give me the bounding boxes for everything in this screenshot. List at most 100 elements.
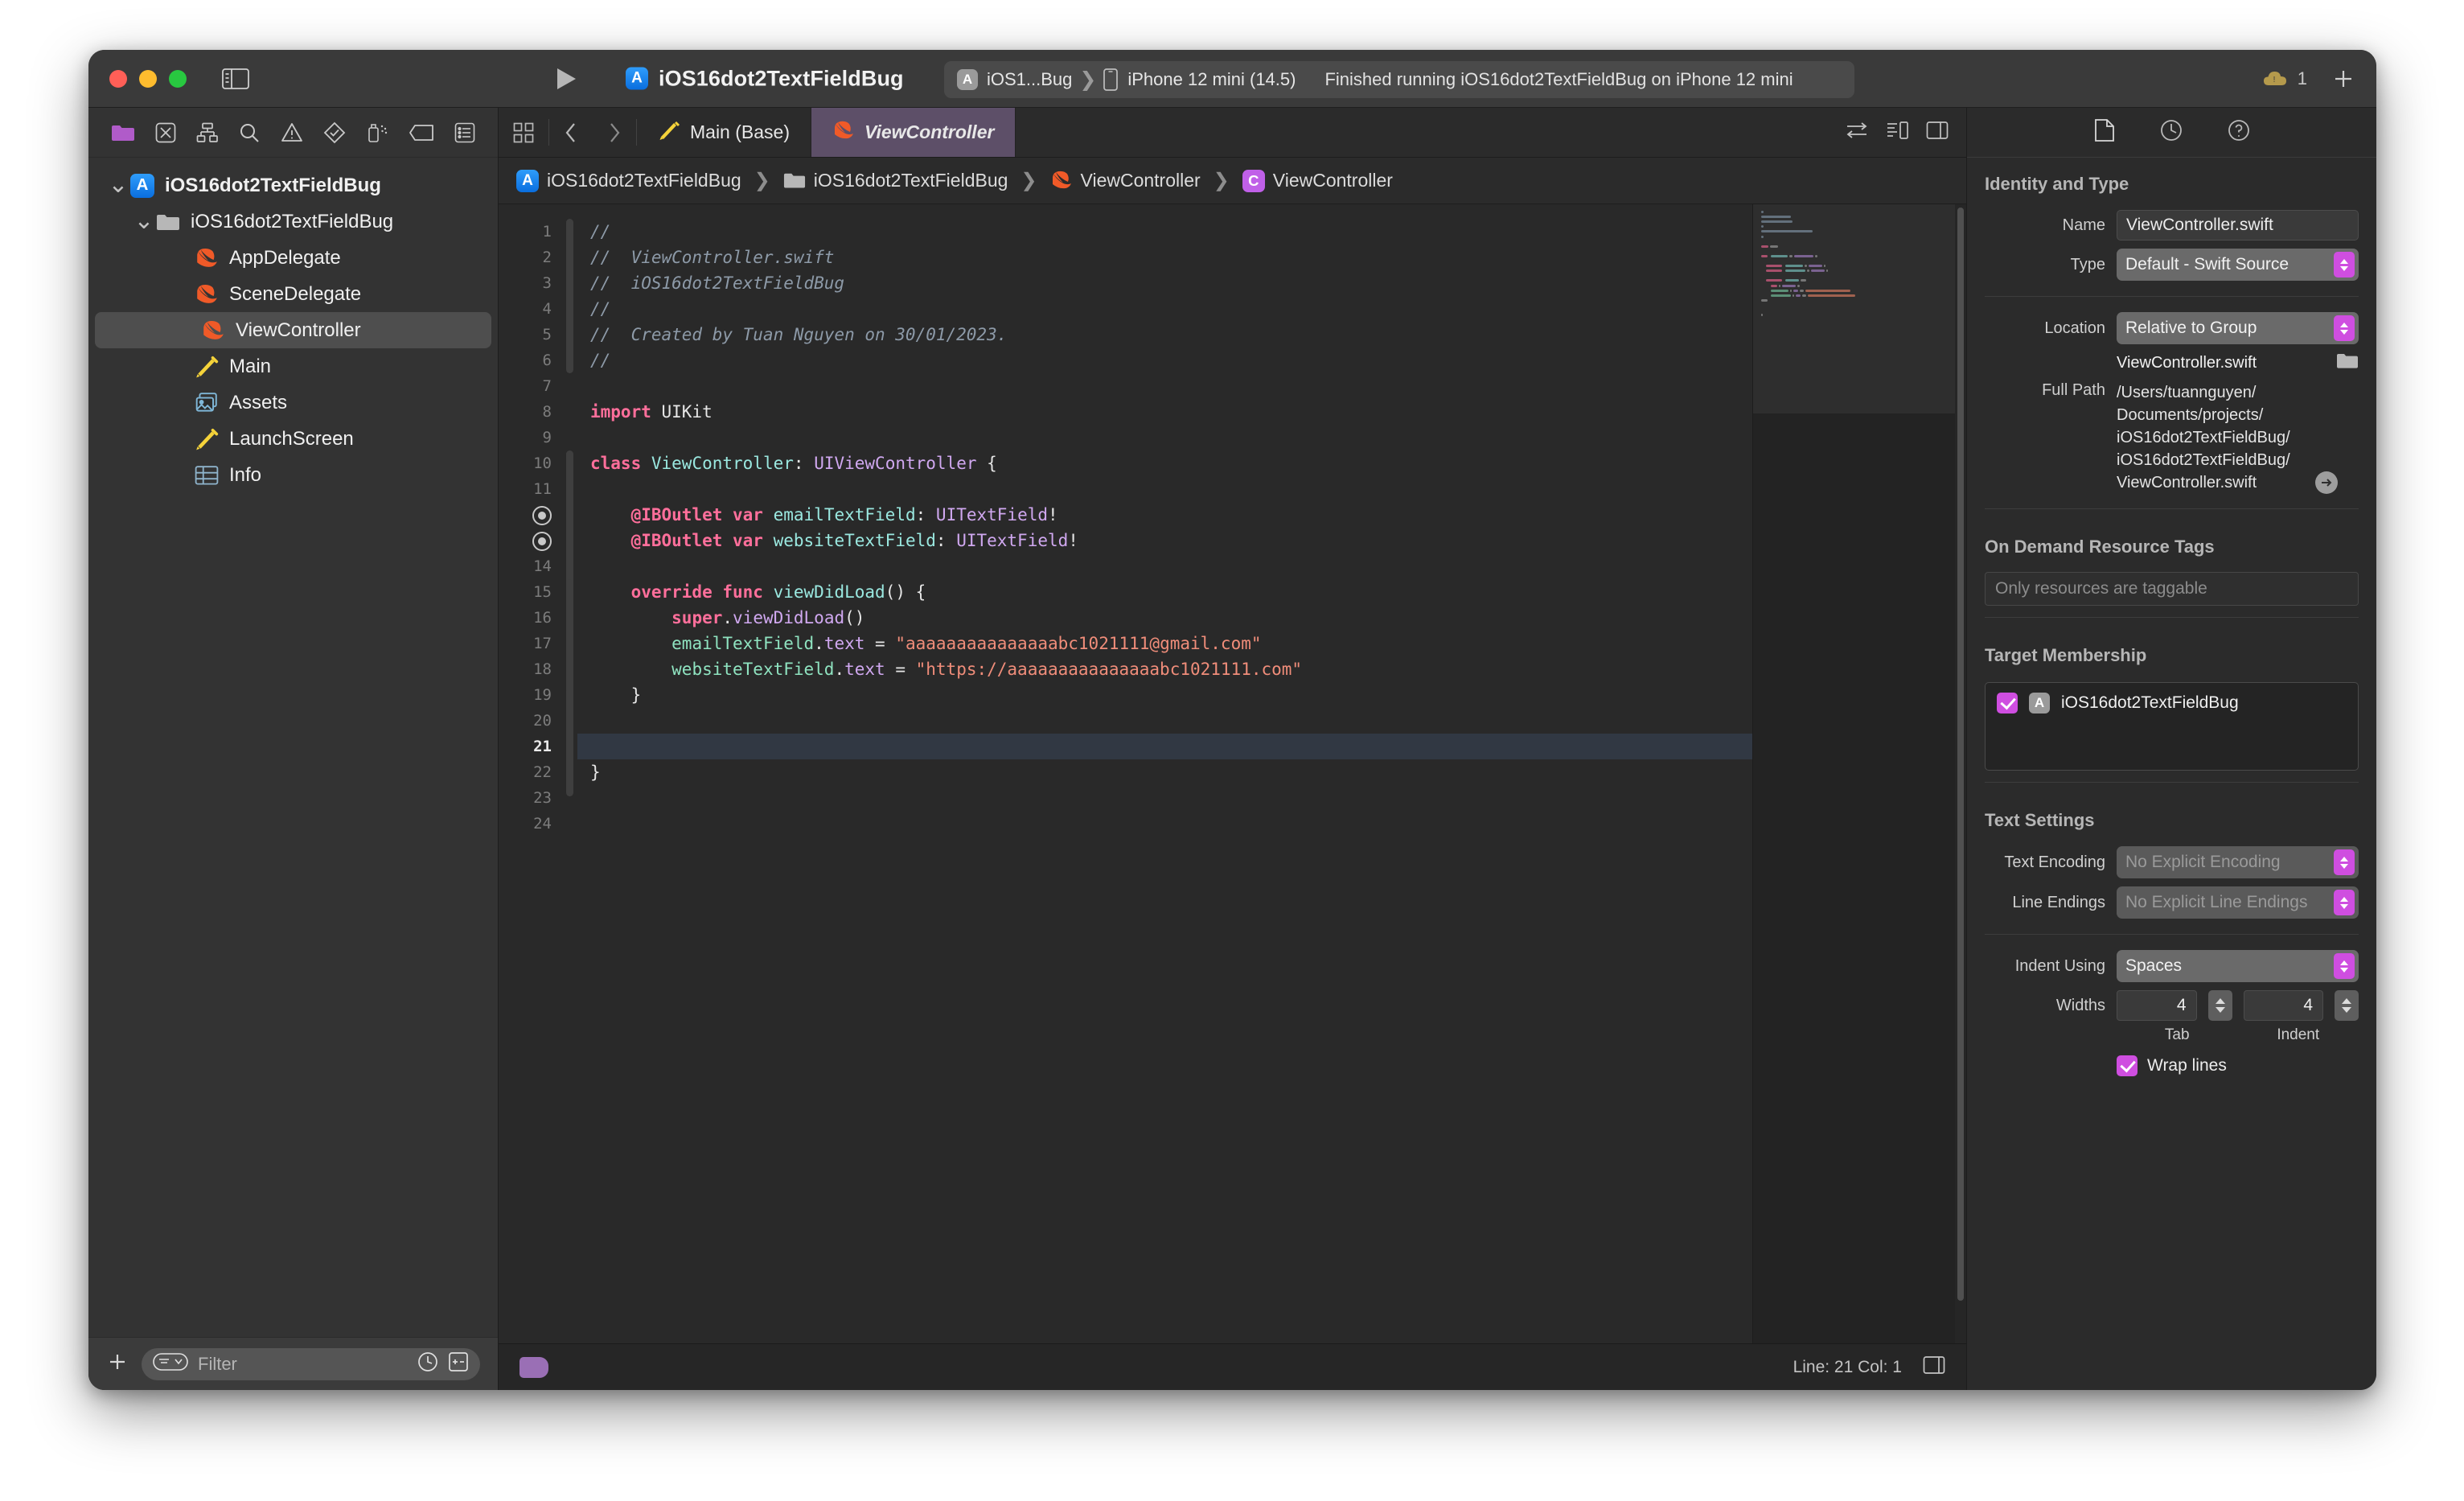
nav-item-appdelegate[interactable]: AppDelegate <box>88 240 498 276</box>
code-line[interactable]: websiteTextField.text = "https://aaaaaaa… <box>590 656 1752 682</box>
code-line[interactable]: // <box>590 296 1752 322</box>
nav-item-viewcontroller[interactable]: ViewController <box>95 312 491 348</box>
breadcrumb-item[interactable]: AiOS16dot2TextFieldBug <box>516 169 741 192</box>
nav-item-ios16dot2textfieldbug[interactable]: ⌄ AiOS16dot2TextFieldBug <box>88 167 498 204</box>
code-line[interactable]: // <box>590 347 1752 373</box>
line-number[interactable]: 16 <box>499 605 563 631</box>
file-inspector-icon[interactable] <box>2094 118 2115 146</box>
breadcrumb-item[interactable]: C ViewController <box>1242 169 1393 192</box>
plus-icon[interactable] <box>2331 67 2355 91</box>
code-line[interactable] <box>590 811 1752 837</box>
code-line[interactable]: emailTextField.text = "aaaaaaaaaaaaaaabc… <box>590 631 1752 656</box>
breadcrumb[interactable]: AiOS16dot2TextFieldBug ❯ iOS16dot2TextFiel… <box>499 158 1966 204</box>
indent-width-stepper[interactable] <box>2335 990 2359 1021</box>
ibaction-connection-marker[interactable] <box>499 502 563 528</box>
sidebar-left-icon[interactable] <box>222 68 249 89</box>
nav-item-ios16dot2textfieldbug[interactable]: ⌄ iOS16dot2TextFieldBug <box>88 204 498 240</box>
chevron-updown-icon[interactable] <box>2334 315 2355 341</box>
folder-icon[interactable] <box>111 123 135 142</box>
chevron-down-icon[interactable]: ⌄ <box>133 209 154 232</box>
breadcrumb-item[interactable]: iOS16dot2TextFieldBug <box>783 170 1008 191</box>
location-popup[interactable]: Relative to Group <box>2117 312 2359 344</box>
code-line[interactable] <box>590 708 1752 734</box>
indent-using-popup[interactable]: Spaces <box>2117 950 2359 982</box>
project-navigator-tree[interactable]: ⌄ AiOS16dot2TextFieldBug ⌄ iOS16dot2TextFie… <box>88 158 498 1337</box>
clock-icon[interactable] <box>417 1351 438 1376</box>
code-scroll-region[interactable]: 1 2 3 4 5 6 7 8 9 10 11 14 15 16 17 18 19 20 21 22 23 24 ////… <box>499 204 1752 1343</box>
line-number[interactable]: 15 <box>499 579 563 605</box>
line-number[interactable]: 6 <box>499 347 563 373</box>
chevron-left-icon[interactable] <box>549 108 593 157</box>
grid-icon[interactable] <box>499 108 548 157</box>
code-review-icon[interactable] <box>1886 121 1908 144</box>
close-button[interactable] <box>109 69 127 88</box>
editor-minimap[interactable] <box>1752 204 1955 1343</box>
line-number[interactable]: 20 <box>499 708 563 734</box>
target-checkbox[interactable] <box>1997 693 2018 713</box>
build-lozenge-icon[interactable] <box>519 1356 548 1378</box>
nav-item-info[interactable]: Info <box>88 457 498 493</box>
test-diamond-icon[interactable] <box>323 121 346 144</box>
code-line[interactable] <box>577 734 1752 759</box>
target-row[interactable]: A iOS16dot2TextFieldBug <box>1997 693 2347 713</box>
filter-lines-icon[interactable] <box>153 1352 188 1376</box>
chevron-updown-icon[interactable] <box>2334 890 2355 915</box>
code-line[interactable] <box>590 785 1752 811</box>
target-membership-list[interactable]: A iOS16dot2TextFieldBug <box>1985 682 2359 771</box>
odr-tags-input[interactable]: Only resources are taggable <box>1985 572 2359 606</box>
history-inspector-icon[interactable] <box>2160 119 2183 146</box>
warning-indicator[interactable]: ! 1 <box>2262 68 2307 89</box>
editor-scrollbar[interactable] <box>1955 204 1966 1343</box>
code-line[interactable]: @IBOutlet var websiteTextField: UITextFi… <box>590 528 1752 553</box>
line-number[interactable]: 17 <box>499 631 563 656</box>
line-number[interactable]: 14 <box>499 553 563 579</box>
chevron-right-icon[interactable] <box>593 108 636 157</box>
wrap-lines-checkbox[interactable] <box>2117 1055 2138 1076</box>
ibaction-connection-marker[interactable] <box>499 528 563 553</box>
nav-item-main[interactable]: Main <box>88 348 498 385</box>
line-number[interactable]: 24 <box>499 811 563 837</box>
project-title-group[interactable]: A iOS16dot2TextFieldBug <box>626 66 904 91</box>
line-number[interactable]: 23 <box>499 785 563 811</box>
type-popup[interactable]: Default - Swift Source <box>2117 249 2359 281</box>
report-list-icon[interactable] <box>454 122 475 143</box>
filter-input[interactable]: Filter <box>142 1347 480 1380</box>
search-icon[interactable] <box>239 122 260 143</box>
line-number[interactable]: 5 <box>499 322 563 347</box>
debug-spray-icon[interactable] <box>366 121 388 144</box>
warning-triangle-icon[interactable] <box>281 122 303 143</box>
fold-range[interactable] <box>566 579 573 693</box>
field-wrap-lines[interactable]: Wrap lines <box>1967 1044 2376 1076</box>
indent-width-field[interactable]: 4 <box>2243 990 2323 1021</box>
code-line[interactable]: // ViewController.swift <box>590 245 1752 270</box>
line-number[interactable]: 10 <box>499 450 563 476</box>
nav-item-launchscreen[interactable]: LaunchScreen <box>88 421 498 457</box>
code-line[interactable] <box>590 476 1752 502</box>
folder-icon[interactable] <box>2336 352 2359 374</box>
quick-help-icon[interactable] <box>2228 119 2250 146</box>
line-number-gutter[interactable]: 1 2 3 4 5 6 7 8 9 10 11 14 15 16 17 18 19 20 21 22 23 24 <box>499 204 563 1343</box>
line-number[interactable]: 9 <box>499 425 563 450</box>
code-line[interactable]: class ViewController: UIViewController { <box>590 450 1752 476</box>
source-control-icon[interactable] <box>155 122 176 143</box>
line-number[interactable]: 2 <box>499 245 563 270</box>
line-number[interactable]: 11 <box>499 476 563 502</box>
run-button[interactable] <box>555 67 577 91</box>
destination-selector[interactable]: iPhone 12 mini (14.5) <box>1103 68 1296 91</box>
arrow-right-circle-icon[interactable] <box>2315 471 2338 494</box>
code-fold-ribbon[interactable] <box>563 204 577 1343</box>
code-line[interactable] <box>590 373 1752 399</box>
line-number[interactable]: 21 <box>499 734 563 759</box>
line-endings-popup[interactable]: No Explicit Line Endings <box>2117 886 2359 919</box>
code-line[interactable]: // <box>590 219 1752 245</box>
zoom-button[interactable] <box>169 69 187 88</box>
line-number[interactable]: 1 <box>499 219 563 245</box>
code-content[interactable]: // // ViewController.swift // iOS16dot2Tex… <box>577 204 1752 1343</box>
line-number[interactable]: 7 <box>499 373 563 399</box>
breadcrumb-item[interactable]: ViewController <box>1050 170 1201 191</box>
nav-item-assets[interactable]: Assets <box>88 385 498 421</box>
code-line[interactable]: } <box>590 682 1752 708</box>
tab-viewcontroller[interactable]: ViewController <box>811 108 1016 157</box>
scheme-and-status-bar[interactable]: A iOS1...Bug ❯ iPhone 12 mini (14.5) Fin… <box>944 61 1854 98</box>
code-line[interactable]: @IBOutlet var emailTextField: UITextFiel… <box>590 502 1752 528</box>
